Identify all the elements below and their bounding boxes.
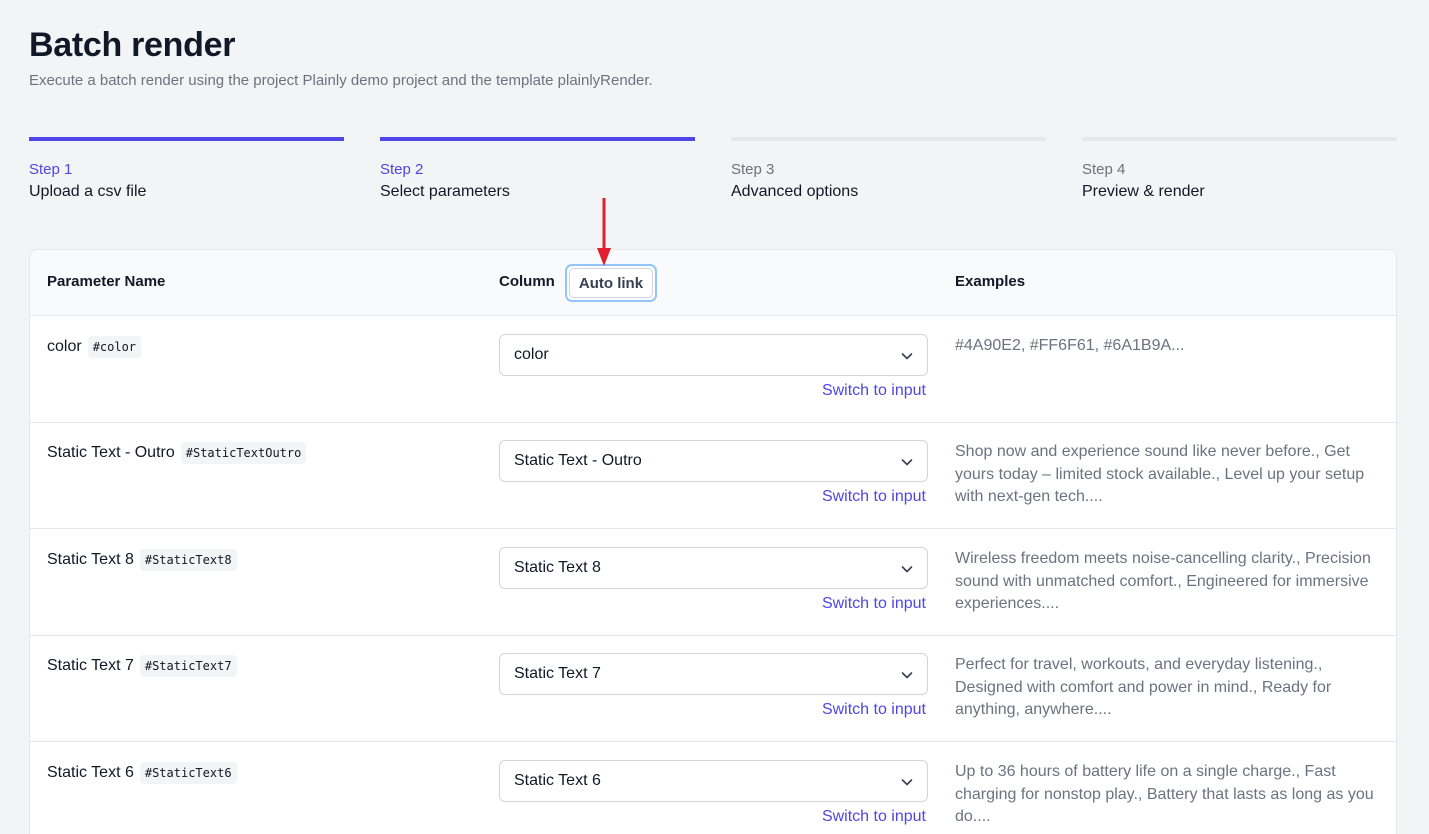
column-select-value: Static Text - Outro xyxy=(514,452,642,469)
step-3-progress-bar xyxy=(731,137,1046,141)
parameter-label: Static Text - Outro xyxy=(47,444,175,461)
table-header: Parameter Name Column Auto link Examples xyxy=(30,250,1396,316)
auto-link-button[interactable]: Auto link xyxy=(565,264,657,302)
chevron-down-icon xyxy=(901,566,913,573)
step-1[interactable]: Step 1 Upload a csv file xyxy=(29,137,344,201)
auto-link-label: Auto link xyxy=(569,268,653,298)
parameter-tag: #StaticText7 xyxy=(139,655,237,677)
examples-text: Perfect for travel, workouts, and everyd… xyxy=(955,656,1332,718)
step-4[interactable]: Step 4 Preview & render xyxy=(1082,137,1397,201)
switch-to-input-link[interactable]: Switch to input xyxy=(822,701,926,719)
step-2-name: Select parameters xyxy=(380,183,510,200)
column-select[interactable]: Static Text - Outro xyxy=(499,440,928,482)
column-select-value: Static Text 7 xyxy=(514,665,601,682)
step-3-name: Advanced options xyxy=(731,183,859,200)
parameters-table: Parameter Name Column Auto link Examples… xyxy=(29,249,1397,834)
step-1-number: Step 1 xyxy=(29,161,73,178)
examples-text: Up to 36 hours of battery life on a sing… xyxy=(955,763,1374,825)
step-2-progress-bar xyxy=(380,137,695,141)
column-select[interactable]: Static Text 8 xyxy=(499,547,928,589)
examples-text: Shop now and experience sound like never… xyxy=(955,443,1365,505)
chevron-down-icon xyxy=(901,672,913,679)
chevron-down-icon xyxy=(901,459,913,466)
column-select-value: Static Text 8 xyxy=(514,559,601,576)
examples-text: #4A90E2, #FF6F61, #6A1B9A... xyxy=(955,337,1185,354)
parameter-name: Static Text 7 #StaticText7 xyxy=(47,655,237,677)
table-row: Static Text 8 #StaticText8 Static Text 8… xyxy=(30,529,1396,636)
step-3[interactable]: Step 3 Advanced options xyxy=(731,137,1046,201)
table-row: color #color color Switch to input #4A90… xyxy=(30,316,1396,423)
step-4-progress-bar xyxy=(1082,137,1397,141)
column-select-value: color xyxy=(514,346,549,363)
page-subtitle: Execute a batch render using the project… xyxy=(29,72,653,89)
parameter-name: Static Text - Outro #StaticTextOutro xyxy=(47,442,307,464)
parameter-tag: #StaticText6 xyxy=(139,762,237,784)
step-2[interactable]: Step 2 Select parameters xyxy=(380,137,695,201)
parameter-label: Static Text 6 xyxy=(47,764,134,781)
column-select[interactable]: color xyxy=(499,334,928,376)
switch-to-input-link[interactable]: Switch to input xyxy=(822,808,926,826)
step-3-number: Step 3 xyxy=(731,161,775,178)
column-select[interactable]: Static Text 6 xyxy=(499,760,928,802)
parameter-label: Static Text 7 xyxy=(47,657,134,674)
stepper: Step 1 Upload a csv file Step 2 Select p… xyxy=(29,137,1397,207)
table-row: Static Text 6 #StaticText6 Static Text 6… xyxy=(30,742,1396,834)
table-row: Static Text - Outro #StaticTextOutro Sta… xyxy=(30,422,1396,529)
step-2-number: Step 2 xyxy=(380,161,424,178)
annotation-arrow-icon xyxy=(597,198,611,266)
switch-to-input-link[interactable]: Switch to input xyxy=(822,595,926,613)
step-1-name: Upload a csv file xyxy=(29,183,147,200)
parameter-tag: #StaticTextOutro xyxy=(180,442,307,464)
parameter-name: Static Text 6 #StaticText6 xyxy=(47,762,237,784)
switch-to-input-link[interactable]: Switch to input xyxy=(822,382,926,400)
step-1-progress-bar xyxy=(29,137,344,141)
parameter-label: color xyxy=(47,338,82,355)
parameter-name: Static Text 8 #StaticText8 xyxy=(47,549,237,571)
header-parameter-name: Parameter Name xyxy=(47,273,166,290)
table-row: Static Text 7 #StaticText7 Static Text 7… xyxy=(30,635,1396,742)
page-title: Batch render xyxy=(29,26,236,64)
chevron-down-icon xyxy=(901,353,913,360)
switch-to-input-link[interactable]: Switch to input xyxy=(822,488,926,506)
examples-text: Wireless freedom meets noise-cancelling … xyxy=(955,550,1371,612)
parameter-tag: #StaticText8 xyxy=(139,549,237,571)
parameter-tag: #color xyxy=(87,336,142,358)
chevron-down-icon xyxy=(901,779,913,786)
column-select[interactable]: Static Text 7 xyxy=(499,653,928,695)
step-4-number: Step 4 xyxy=(1082,161,1126,178)
header-column: Column xyxy=(499,273,555,290)
parameter-name: color #color xyxy=(47,336,142,358)
step-4-name: Preview & render xyxy=(1082,183,1205,200)
column-select-value: Static Text 6 xyxy=(514,772,601,789)
parameter-label: Static Text 8 xyxy=(47,551,134,568)
header-examples: Examples xyxy=(955,273,1026,290)
